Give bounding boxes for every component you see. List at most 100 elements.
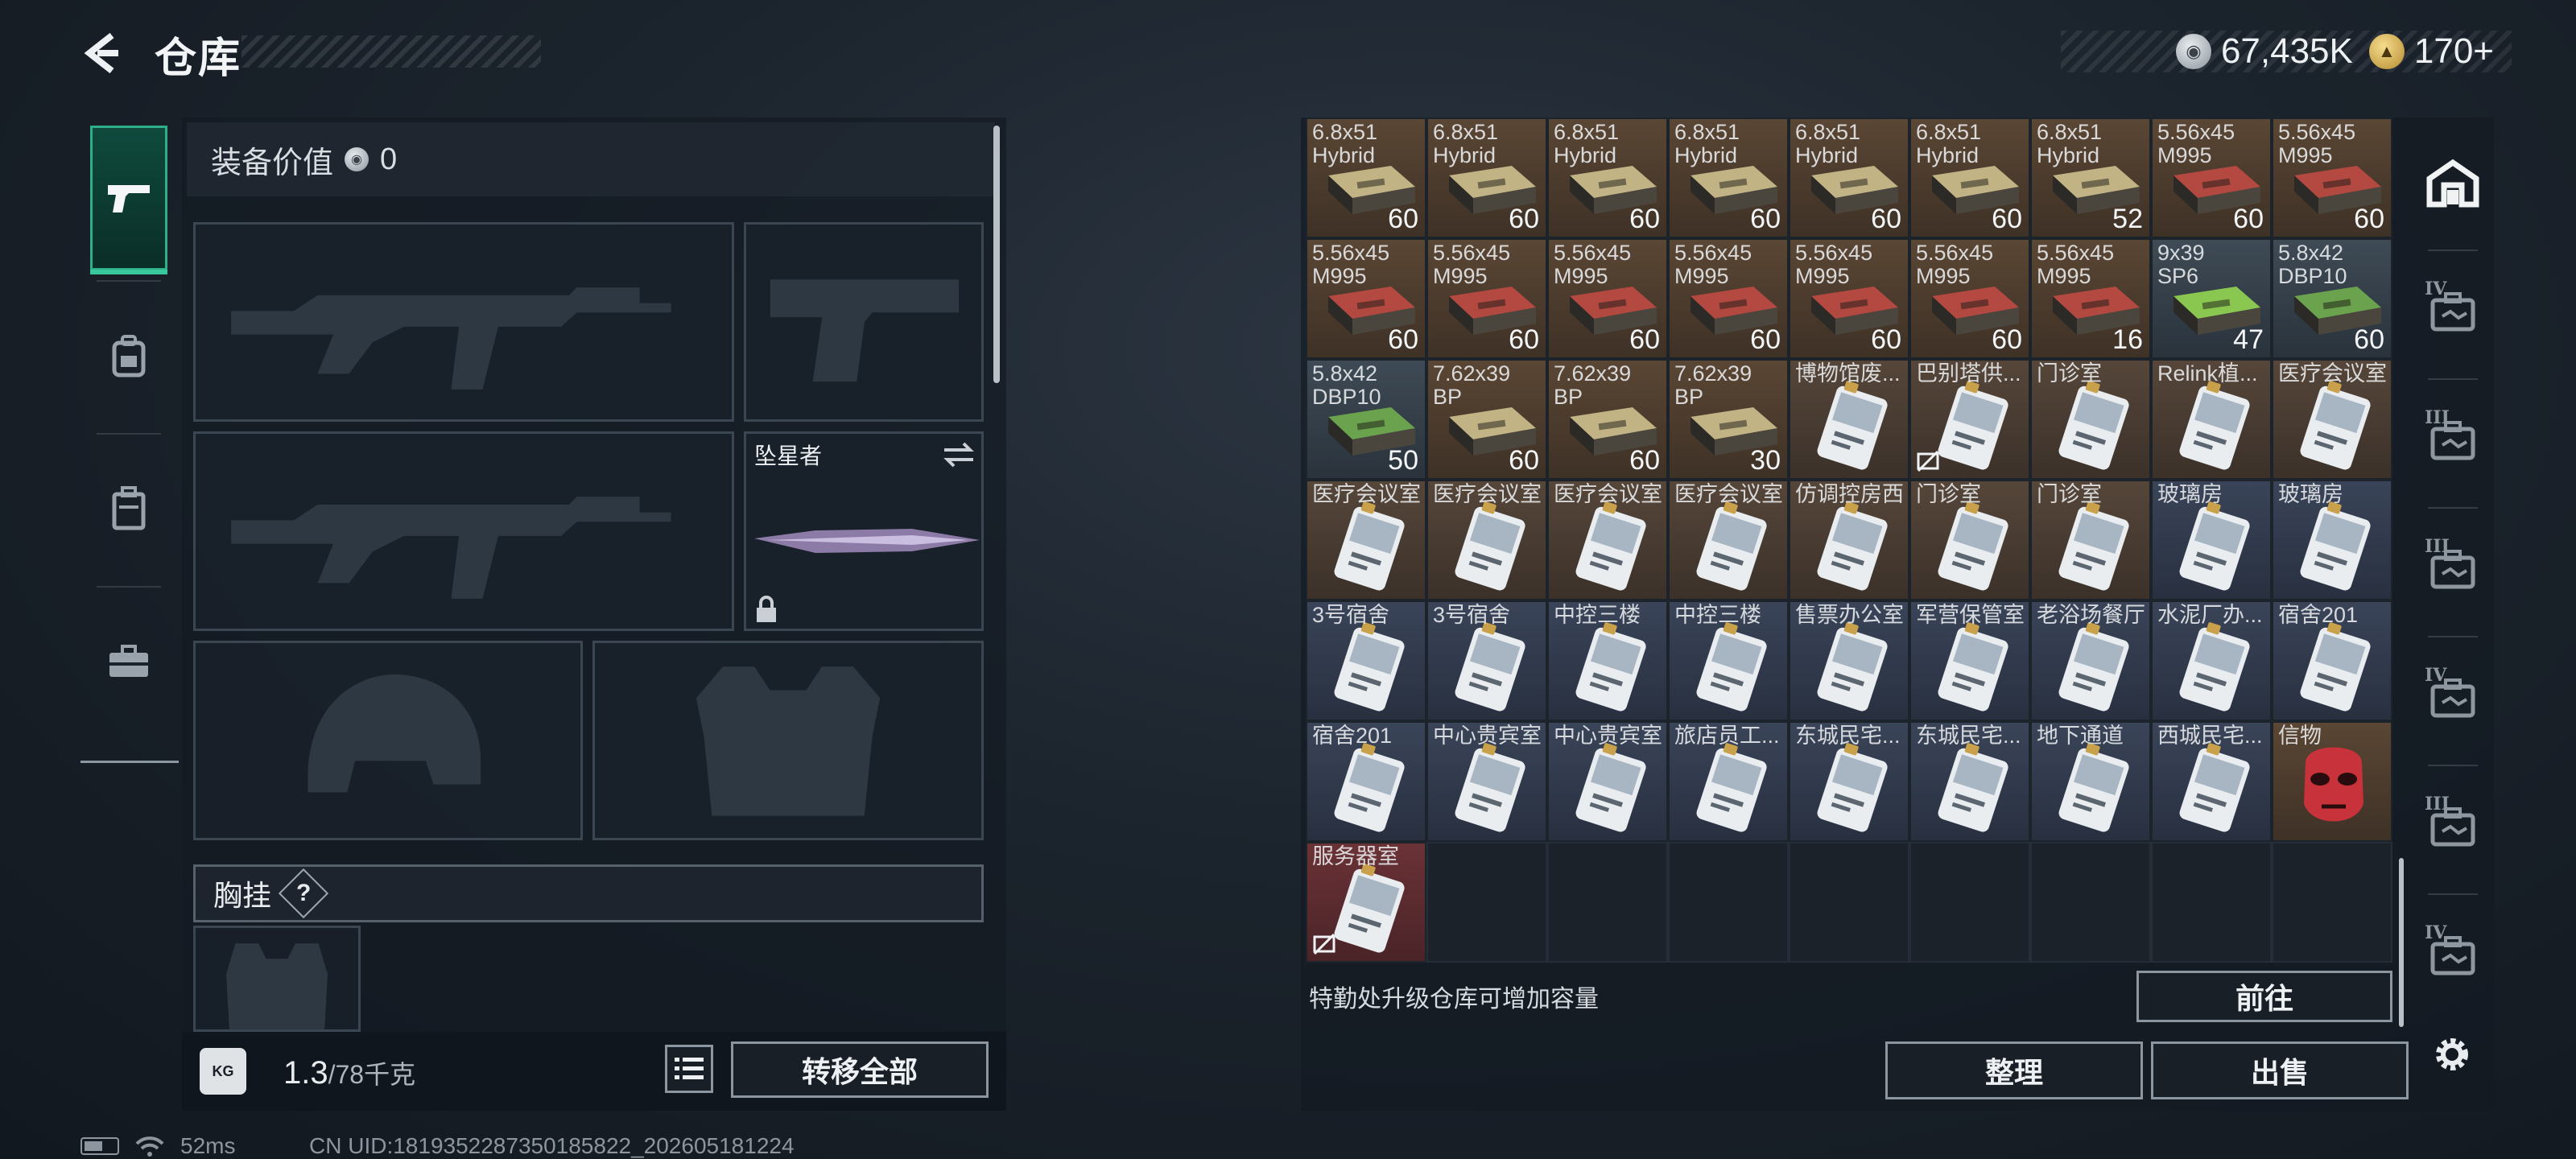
keycard-item[interactable]: 医疗会议室 (1306, 480, 1426, 600)
helmet-slot[interactable] (193, 641, 583, 840)
chest-rig-slot[interactable] (193, 926, 361, 1032)
keycard-item[interactable]: 博物馆废... (1789, 359, 1909, 480)
item-name: 水泥厂办... (2157, 603, 2263, 627)
ammo-item[interactable]: 7.62x39 BP 60 (1547, 359, 1668, 480)
keycard-item[interactable]: 门诊室 (1909, 480, 2030, 600)
tab-storage-case[interactable] (90, 436, 167, 581)
help-icon[interactable]: ? (278, 868, 329, 919)
item-count: 60 (1509, 204, 1539, 234)
item-name: 5.56x45 M995 (1674, 241, 1752, 288)
ammo-item[interactable]: 5.56x45 M995 16 (2030, 238, 2151, 359)
keycard-item[interactable]: 水泥厂办... (2151, 600, 2272, 721)
relic-item[interactable]: 信物 (2272, 721, 2392, 842)
ammo-item[interactable]: 6.8x51 Hybrid 60 (1668, 118, 1789, 238)
transfer-all-button[interactable]: 转移全部 (731, 1041, 989, 1098)
ammo-item[interactable]: 5.56x45 M995 60 (1547, 238, 1668, 359)
keycard-item[interactable]: 巴别塔供... (1909, 359, 2030, 480)
keycard-item[interactable]: 西城民宅... (2151, 721, 2272, 842)
tab-all-storage[interactable] (2417, 122, 2489, 243)
equipment-scrollbar[interactable] (993, 126, 1000, 383)
ammo-item[interactable]: 9x39 SP6 47 (2151, 238, 2272, 359)
keycard-item[interactable]: 旅店员工... (1668, 721, 1789, 842)
ammo-item[interactable]: 7.62x39 BP 60 (1426, 359, 1547, 480)
primary-weapon-slot-2[interactable] (193, 431, 734, 631)
equipment-value-label: 装备价值 (211, 146, 334, 180)
keycard-item[interactable]: 宿舍201 (1306, 721, 1426, 842)
tab-case-iii-3[interactable]: III (2417, 766, 2489, 887)
ammo-item[interactable]: 6.8x51 Hybrid 52 (2030, 118, 2151, 238)
ammo-item[interactable]: 5.56x45 M995 60 (1426, 238, 1547, 359)
tab-case-iv-1[interactable]: IV (2417, 251, 2489, 372)
ammo-item[interactable]: 5.56x45 M995 60 (2272, 118, 2392, 238)
keycard-item[interactable]: 服务器室 (1306, 842, 1426, 963)
ammo-item[interactable]: 5.8x42 DBP10 60 (2272, 238, 2392, 359)
keycard-item[interactable]: 地下通道 (2030, 721, 2151, 842)
tab-case-iii-2[interactable]: III (2417, 509, 2489, 629)
tab-case-iv-2[interactable]: IV (2417, 637, 2489, 758)
keycard-item[interactable]: 医疗会议室 (1426, 480, 1547, 600)
back-button[interactable] (74, 27, 130, 79)
silver-amount: 67,435K (2220, 31, 2353, 71)
tab-toolbox[interactable] (90, 589, 167, 734)
ammo-item[interactable]: 5.56x45 M995 60 (1668, 238, 1789, 359)
keycard-item[interactable]: 中心贵宾室 (1547, 721, 1668, 842)
item-name: 5.56x45 M995 (2157, 120, 2235, 167)
ammo-item[interactable]: 6.8x51 Hybrid 60 (1306, 118, 1426, 238)
ammo-item[interactable]: 6.8x51 Hybrid 60 (1426, 118, 1547, 238)
lock-icon (757, 596, 776, 622)
keycard-item[interactable]: 3号宿舍 (1306, 600, 1426, 721)
settings-button[interactable] (2423, 1025, 2481, 1083)
keycard-item[interactable]: 宿舍201 (2272, 600, 2392, 721)
ammo-item[interactable]: 6.8x51 Hybrid 60 (1789, 118, 1909, 238)
keycard-item[interactable]: 中心贵宾室 (1426, 721, 1547, 842)
keycard-item[interactable]: 3号宿舍 (1426, 600, 1547, 721)
keycard-item[interactable]: Relink植... (2151, 359, 2272, 480)
primary-weapon-slot-1[interactable] (193, 222, 734, 422)
keycard-item[interactable]: 中控三楼 (1668, 600, 1789, 721)
keycard-item[interactable]: 军营保管室 (1909, 600, 2030, 721)
keycard-item[interactable]: 售票办公室 (1789, 600, 1909, 721)
swap-icon[interactable] (941, 440, 976, 469)
keycard-item[interactable]: 玻璃房 (2272, 480, 2392, 600)
keycard-item[interactable]: 玻璃房 (2151, 480, 2272, 600)
no-trade-icon (1917, 450, 1939, 472)
item-name: 玻璃房 (2157, 482, 2223, 506)
ammo-item[interactable]: 5.56x45 M995 60 (2151, 118, 2272, 238)
item-name: 巴别塔供... (1916, 361, 2021, 386)
tab-weapons[interactable] (90, 126, 167, 274)
melee-slot[interactable]: 坠星者 (744, 431, 984, 631)
keycard-item[interactable]: 东城民宅... (1909, 721, 2030, 842)
keycard-item[interactable]: 医疗会议室 (2272, 359, 2392, 480)
empty-storage-slot (1547, 842, 1668, 963)
item-name: 5.56x45 M995 (2037, 241, 2115, 288)
item-name: 5.8x42 DBP10 (1312, 361, 1381, 409)
goto-button[interactable]: 前往 (2136, 971, 2392, 1022)
body-armor-slot[interactable] (592, 641, 984, 840)
keycard-item[interactable]: 老浴场餐厅 (2030, 600, 2151, 721)
gold-currency[interactable]: ▲ 170+ (2368, 31, 2494, 72)
keycard-item[interactable]: 门诊室 (2030, 359, 2151, 480)
list-view-button[interactable] (665, 1045, 713, 1093)
ammo-item[interactable]: 5.8x42 DBP10 50 (1306, 359, 1426, 480)
ammo-item[interactable]: 5.56x45 M995 60 (1909, 238, 2030, 359)
storage-scrollbar[interactable] (2399, 858, 2404, 1027)
ammo-item[interactable]: 7.62x39 BP 30 (1668, 359, 1789, 480)
sell-button[interactable]: 出售 (2151, 1041, 2409, 1099)
pistol-slot[interactable] (744, 222, 984, 422)
keycard-item[interactable]: 中控三楼 (1547, 600, 1668, 721)
silver-currency[interactable]: ◉ 67,435K (2175, 31, 2353, 72)
ammo-item[interactable]: 5.56x45 M995 60 (1306, 238, 1426, 359)
keycard-item[interactable]: 东城民宅... (1789, 721, 1909, 842)
keycard-item[interactable]: 门诊室 (2030, 480, 2151, 600)
ammo-item[interactable]: 6.8x51 Hybrid 60 (1909, 118, 2030, 238)
sort-button[interactable]: 整理 (1885, 1041, 2143, 1099)
tab-backpack-gear[interactable] (90, 283, 167, 428)
keycard-item[interactable]: 医疗会议室 (1668, 480, 1789, 600)
tab-case-iii-1[interactable]: III (2417, 380, 2489, 501)
ammo-item[interactable]: 6.8x51 Hybrid 60 (1547, 118, 1668, 238)
tab-case-iv-3[interactable]: IV (2417, 895, 2489, 1016)
ammo-item[interactable]: 5.56x45 M995 60 (1789, 238, 1909, 359)
keycard-item[interactable]: 医疗会议室 (1547, 480, 1668, 600)
item-name: 门诊室 (2037, 361, 2102, 386)
keycard-item[interactable]: 仿调控房西 (1789, 480, 1909, 600)
